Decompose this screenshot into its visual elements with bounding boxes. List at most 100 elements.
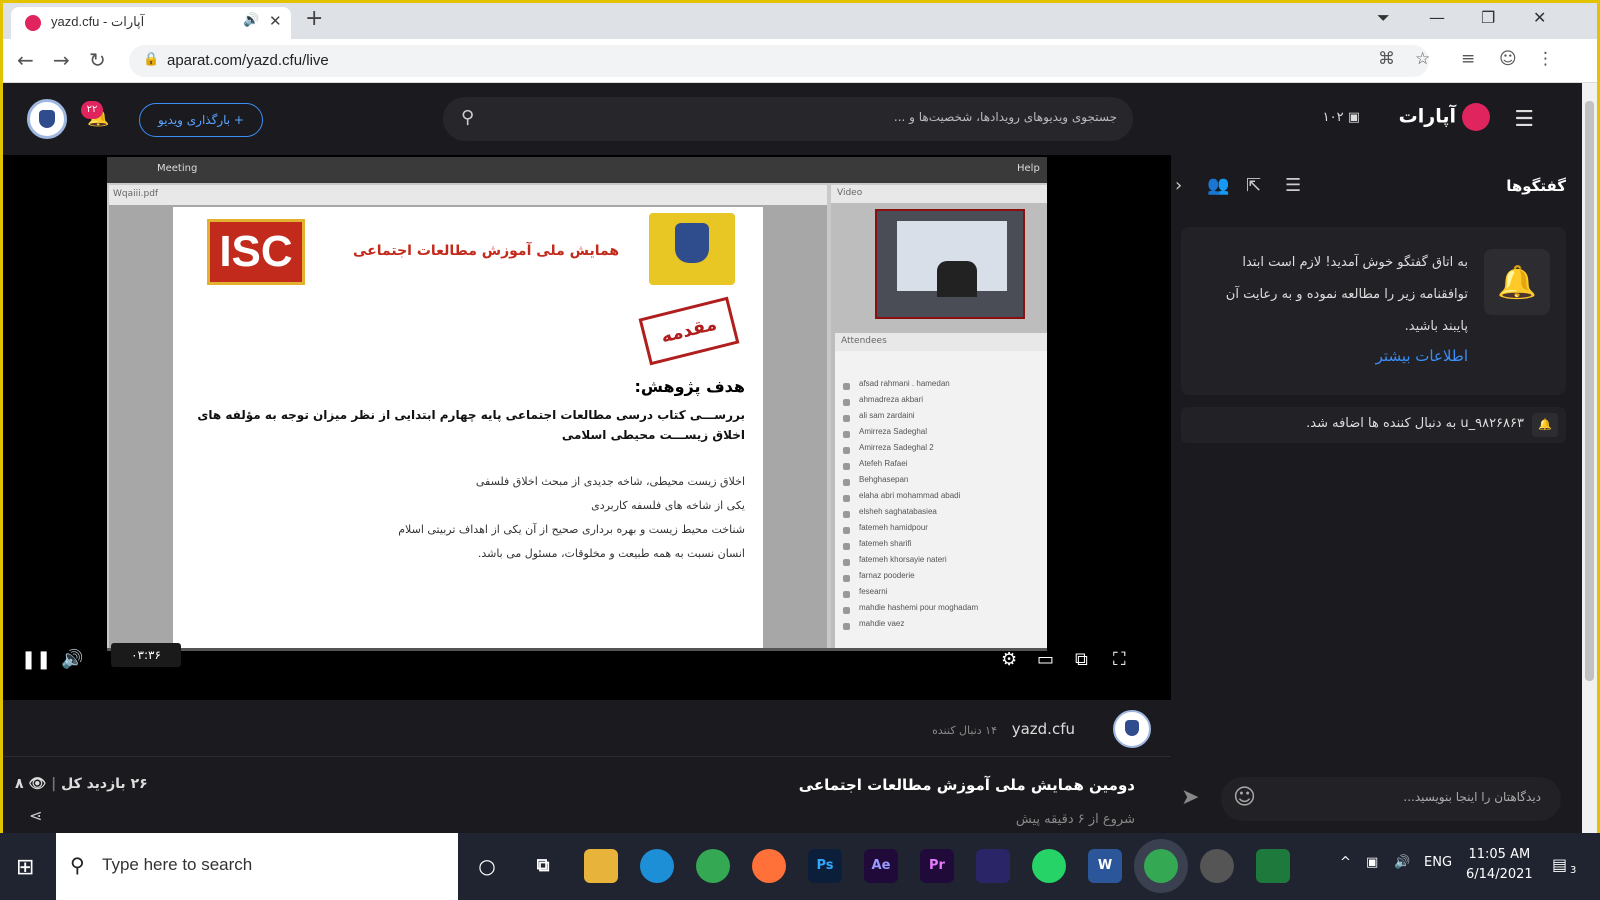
close-tab-icon[interactable]: ✕ <box>269 12 282 30</box>
webcam-speaker <box>937 261 977 297</box>
scrollbar-thumb[interactable] <box>1585 101 1594 681</box>
volume-icon[interactable]: 🔊 <box>61 649 83 670</box>
premiere-icon[interactable]: Pr <box>920 849 954 883</box>
attendee-row: mahdie vaez <box>835 619 1047 634</box>
settings-icon[interactable]: ⚙ <box>1001 649 1017 670</box>
follower-count: ۱۴ دنبال کننده <box>932 724 997 737</box>
translate-icon[interactable]: ⌘ <box>1378 49 1395 69</box>
media-control-icon[interactable]: ≡ <box>1461 49 1475 69</box>
user-avatar[interactable] <box>27 99 67 139</box>
popout-icon[interactable]: ⇱ <box>1246 175 1261 196</box>
channel-name[interactable]: yazd.cfu <box>1012 720 1075 738</box>
channel-avatar[interactable] <box>1113 710 1151 748</box>
more-info-link[interactable]: اطلاعات بیشتر <box>1376 347 1468 365</box>
menu-icon[interactable]: ⋮ <box>1537 49 1554 69</box>
notification-badge: ۲۲ <box>81 101 103 119</box>
edge-icon[interactable] <box>640 849 674 883</box>
photoshop-icon[interactable]: Ps <box>808 849 842 883</box>
total-views: ۲۶ بازدید کل <box>61 776 148 792</box>
fullscreen-icon[interactable]: ⛶ <box>1113 649 1126 670</box>
progress-bar[interactable] <box>107 648 1047 651</box>
taskbar-search[interactable]: ⚲ Type here to search <box>56 833 458 900</box>
pause-icon[interactable]: ❚❚ <box>21 649 51 670</box>
language-indicator[interactable]: ENG <box>1424 855 1452 870</box>
chat-input-placeholder: دیدگاهتان را اینجا بنویسید... <box>1403 790 1541 804</box>
close-window-icon[interactable]: ✕ <box>1533 8 1546 27</box>
follow-icon: 🔔 <box>1532 413 1558 437</box>
network-icon[interactable]: ▣ <box>1366 855 1378 870</box>
video-player[interactable]: Meeting Help Wqaiii.pdf ISC همایش ملی آم… <box>3 155 1171 700</box>
page-scrollbar[interactable] <box>1582 83 1597 833</box>
after-effects-icon[interactable]: Ae <box>864 849 898 883</box>
layout-icon[interactable]: ☰ <box>1285 175 1301 196</box>
goal-heading: هدف پژوهش: <box>634 377 745 396</box>
chrome-active-icon[interactable] <box>1144 849 1178 883</box>
obs-icon[interactable] <box>1200 849 1234 883</box>
eye-icon: 👁 <box>28 776 47 792</box>
task-view-icon[interactable]: ⧉ <box>526 849 560 883</box>
hamburger-menu-icon[interactable]: ☰ <box>1514 107 1534 132</box>
university-emblem <box>649 213 735 285</box>
join-message: u_۹۸۲۶۸۶۳ به دنبال کننده ها اضافه شد. <box>1306 416 1524 431</box>
attendee-row: Behghasepan <box>835 475 1047 490</box>
speaker-icon[interactable]: 🔊 <box>243 13 259 28</box>
divider <box>3 756 1171 757</box>
video-pane-label: Video <box>831 185 1047 203</box>
windows-start-icon[interactable]: ⊞ <box>16 855 34 880</box>
users-icon[interactable]: 👥 <box>1207 175 1229 196</box>
attendee-row: elaha abri mohammad abadi <box>835 491 1047 506</box>
chrome-icon[interactable] <box>696 849 730 883</box>
forward-icon[interactable]: → <box>53 48 70 72</box>
restore-icon[interactable]: ❐ <box>1481 8 1495 27</box>
profile-menu-icon[interactable]: ⏷ <box>1377 8 1390 28</box>
welcome-text: به اتاق گفتگو خوش آمدید! لازم است ابتدا … <box>1225 255 1468 334</box>
chat-input[interactable]: دیدگاهتان را اینجا بنویسید... ☺ <box>1221 777 1561 821</box>
address-bar[interactable]: 🔒 aparat.com/yazd.cfu/live <box>129 45 1429 77</box>
profile-avatar-icon[interactable]: ☺ <box>1499 49 1517 69</box>
site-logo[interactable]: آپارات <box>1399 103 1490 131</box>
file-explorer-icon[interactable] <box>584 849 618 883</box>
search-input[interactable]: جستجوی ویدیوهای رویدادها، شخصیت‌ها و ...… <box>443 97 1133 141</box>
attendee-row: elsheh saghatabasiea <box>835 507 1047 522</box>
bookmark-star-icon[interactable]: ☆ <box>1415 49 1430 69</box>
chevron-right-icon[interactable]: › <box>1175 175 1182 196</box>
new-tab-icon[interactable]: + <box>305 6 323 31</box>
theater-mode-icon[interactable]: ▭ <box>1037 649 1054 670</box>
webcam-feed <box>875 209 1025 319</box>
send-icon[interactable]: ➤ <box>1181 785 1199 810</box>
mini-player-icon[interactable]: ⧉ <box>1075 649 1088 670</box>
minimize-icon[interactable]: — <box>1429 8 1445 27</box>
share-icon[interactable]: ⋖ <box>29 806 42 825</box>
tray-chevron-icon[interactable]: ^ <box>1340 855 1351 870</box>
slide-title: همایش ملی آموزش مطالعات اجتماعی <box>353 243 620 259</box>
volume-tray-icon[interactable]: 🔊 <box>1394 855 1410 870</box>
app-icon[interactable] <box>976 849 1010 883</box>
chat-panel: گفتگوها ☰ ⇱ 👥 › 🔔 به اتاق گفتگو خوش آمدی… <box>1171 155 1582 833</box>
taskbar-search-placeholder: Type here to search <box>102 855 253 874</box>
upload-video-button[interactable]: + بارگذاری ویدیو <box>139 103 263 137</box>
live-count[interactable]: ۱۰۲ ▣ <box>1323 110 1360 125</box>
cortana-icon[interactable]: ○ <box>470 849 504 883</box>
action-center-icon[interactable]: ▤ <box>1552 855 1567 874</box>
clock[interactable]: 11:05 AM 6/14/2021 <box>1466 845 1533 885</box>
whatsapp-icon[interactable] <box>1032 849 1066 883</box>
slide-bullet: اخلاق زیست محیطی، شاخه جدیدی از مبحث اخل… <box>475 475 745 488</box>
app-icon-2[interactable] <box>1256 849 1290 883</box>
reload-icon[interactable]: ↻ <box>89 48 106 72</box>
goal-body: بررســـی کتاب درسی مطالعات اجتماعی پایه … <box>197 408 745 442</box>
word-icon[interactable]: W <box>1088 849 1122 883</box>
aparat-favicon-icon <box>25 15 41 31</box>
isc-logo: ISC <box>207 219 305 285</box>
meeting-toolbar: Meeting Help <box>107 157 1047 183</box>
firefox-icon[interactable] <box>752 849 786 883</box>
browser-tab[interactable]: yazd.cfu - آپارات 🔊 ✕ <box>11 7 291 39</box>
lock-icon[interactable]: 🔒 <box>143 52 159 67</box>
view-stats: ۲۶ بازدید کل | 👁 ۸ <box>15 776 148 792</box>
bell-icon: 🔔 <box>1484 249 1550 315</box>
browser-toolbar: ← → ↻ 🔒 aparat.com/yazd.cfu/live ⌘ ☆ ≡ ☺… <box>3 39 1597 83</box>
meeting-menu: Meeting <box>157 163 198 174</box>
emoji-icon[interactable]: ☺ <box>1233 785 1256 810</box>
search-icon[interactable]: ⚲ <box>461 107 474 128</box>
clock-date: 6/14/2021 <box>1466 867 1533 882</box>
back-icon[interactable]: ← <box>17 48 34 72</box>
